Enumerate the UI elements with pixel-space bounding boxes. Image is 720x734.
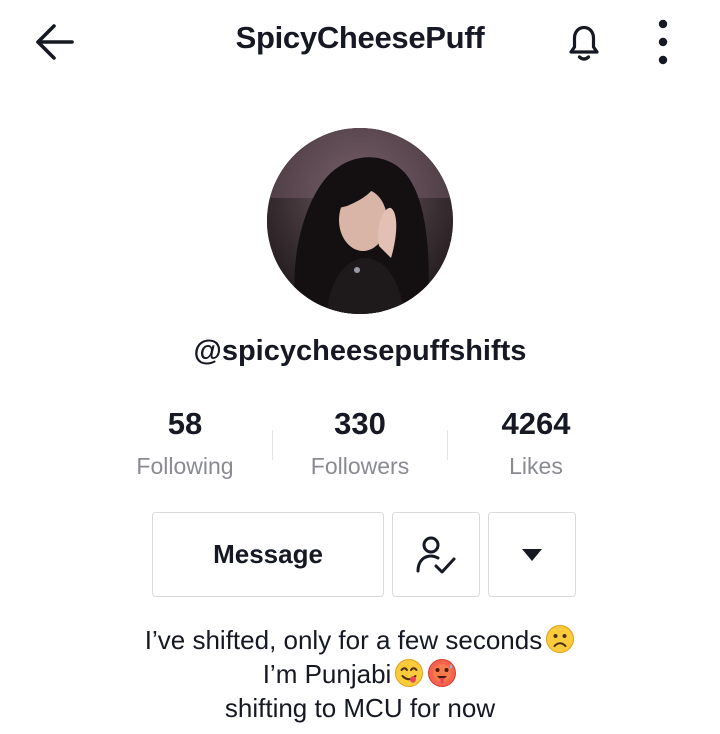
bell-icon	[569, 25, 599, 61]
profile-stats: 58 Following 330 Followers 4264 Likes	[0, 402, 720, 492]
bio-line-2: I’m Punjabi	[0, 657, 720, 691]
friends-status-button[interactable]	[392, 512, 480, 597]
likes-label: Likes	[509, 453, 563, 479]
likes-count: 4264	[501, 406, 571, 441]
page-title: SpicyCheesePuff	[235, 20, 485, 55]
user-check-icon	[416, 536, 456, 573]
followers-count: 330	[334, 406, 386, 441]
top-bar: SpicyCheesePuff	[0, 0, 720, 84]
more-actions-dropdown[interactable]	[488, 512, 576, 597]
notification-bell-button[interactable]	[560, 18, 608, 66]
profile-bio: I’ve shifted, only for a few seconds I’m…	[0, 623, 720, 725]
avatar[interactable]	[267, 128, 453, 314]
more-options-button[interactable]	[648, 18, 678, 66]
bio-line-3: shifting to MCU for now	[224, 693, 496, 723]
hot-face-emoji	[428, 659, 457, 687]
bio-text: I’ve shifted, only for a few seconds	[144, 625, 543, 655]
followers-label: Followers	[310, 453, 410, 479]
bio-text: I’m Punjabi	[262, 659, 392, 689]
username: @spicycheesepuffshifts	[193, 335, 527, 367]
caret-down-icon	[522, 548, 542, 561]
more-vertical-icon	[658, 19, 668, 65]
frowning-face-emoji	[546, 625, 575, 653]
following-count: 58	[167, 406, 203, 441]
stat-following[interactable]: 58 Following	[95, 402, 275, 486]
bio-line-1: I’ve shifted, only for a few seconds	[0, 623, 720, 657]
stat-likes[interactable]: 4264 Likes	[446, 402, 626, 486]
message-button[interactable]: Message	[152, 512, 384, 597]
profile-photo	[267, 128, 453, 314]
stat-followers[interactable]: 330 Followers	[270, 402, 450, 486]
following-label: Following	[136, 453, 234, 479]
face-savoring-food-emoji	[395, 659, 424, 687]
